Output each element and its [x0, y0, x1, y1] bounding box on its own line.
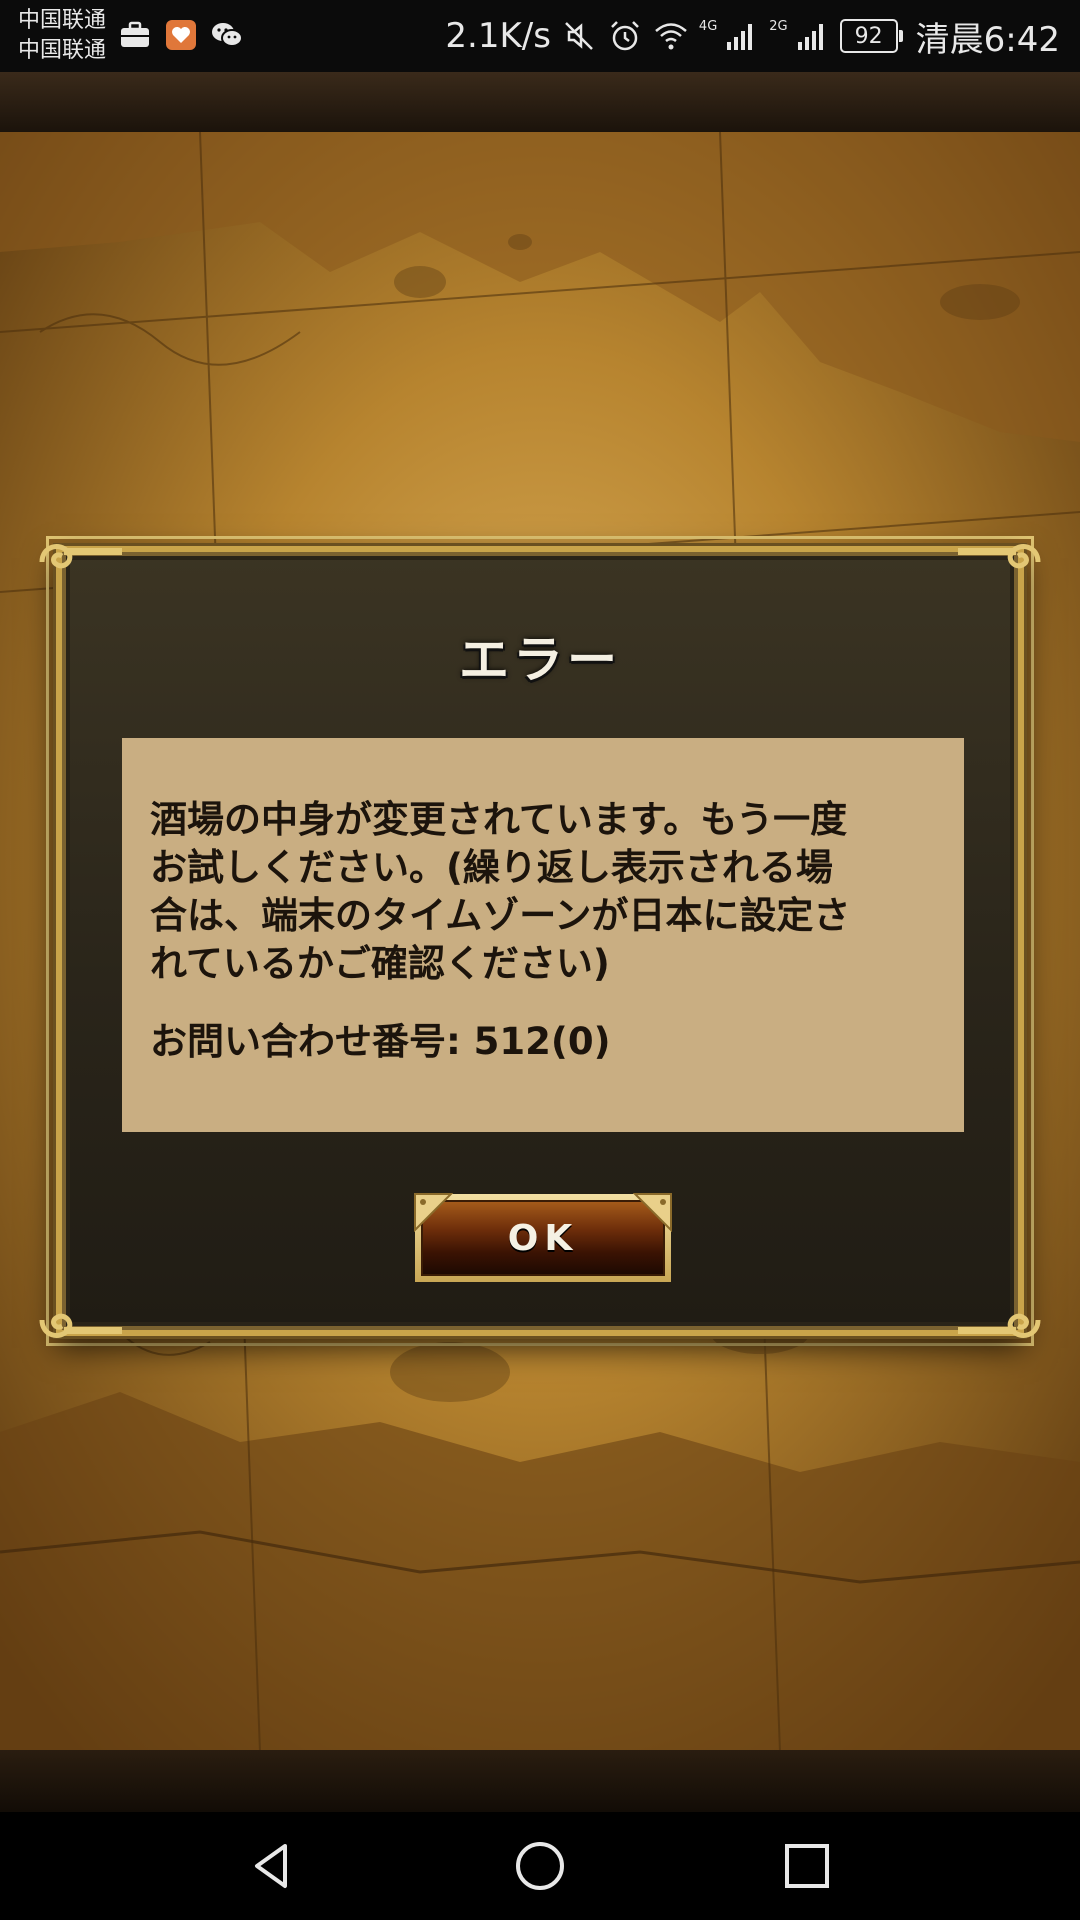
top-banner [0, 72, 1080, 132]
signal-2-label: 2G [769, 18, 788, 34]
signal-1-icon [723, 18, 759, 54]
signal-1-label: 4G [698, 18, 718, 34]
carrier-1: 中国联通 [18, 8, 107, 33]
recents-button[interactable] [767, 1826, 847, 1906]
inquiry-number: お問い合わせ番号: 512(0) [150, 1020, 611, 1063]
clock: 清晨6:42 [915, 19, 1060, 60]
dialog-title: エラー [459, 631, 621, 689]
ok-button-label: OK [421, 1200, 665, 1276]
notification-icons [118, 18, 244, 52]
briefcase-icon [118, 18, 152, 52]
status-bar: 中国联通 中国联通 2.1K/s 4G 2G 92 清晨6:42 [0, 0, 1080, 72]
back-button[interactable] [233, 1826, 313, 1906]
battery-indicator: 92 [839, 19, 903, 53]
carrier-info: 中国联通 中国联通 [18, 6, 106, 66]
wifi-icon [653, 18, 689, 54]
back-icon [255, 1844, 288, 1888]
ok-button[interactable]: OK [413, 1192, 673, 1282]
message-line-1: 酒場の中身が変更されています。もう一度 [150, 798, 848, 841]
signal-2-icon [794, 18, 830, 54]
message-line-2: お試しください。(繰り返し表示される場 [150, 846, 833, 889]
home-icon [515, 1842, 564, 1890]
net-speed: 2.1K/s [445, 16, 551, 56]
ok-corner-ornament-icon [633, 1192, 673, 1232]
screen: 中国联通 中国联通 2.1K/s 4G 2G 92 清晨6:42 エラー 酒場の… [0, 0, 1080, 1920]
carrier-2: 中国联通 [18, 38, 107, 63]
message-line-3: 合は、端末のタイムゾーンが日本に設定さ [150, 894, 851, 937]
heart-app-icon [164, 18, 198, 52]
home-button[interactable] [500, 1826, 580, 1906]
wechat-icon [210, 18, 244, 52]
navigation-bar [0, 1812, 1080, 1920]
bottom-banner [0, 1750, 1080, 1812]
alarm-icon [607, 18, 643, 54]
status-right: 2.1K/s 4G 2G 92 清晨6:42 [445, 0, 1060, 72]
message-line-4: れているかご確認ください) [150, 942, 610, 985]
mute-icon [561, 18, 597, 54]
error-dialog: エラー 酒場の中身が変更されています。もう一度 お試しください。(繰り返し表示さ… [56, 546, 1024, 1336]
ok-corner-ornament-icon [413, 1192, 453, 1232]
recents-icon [784, 1844, 829, 1888]
message-box: 酒場の中身が変更されています。もう一度 お試しください。(繰り返し表示される場 … [122, 738, 964, 1132]
